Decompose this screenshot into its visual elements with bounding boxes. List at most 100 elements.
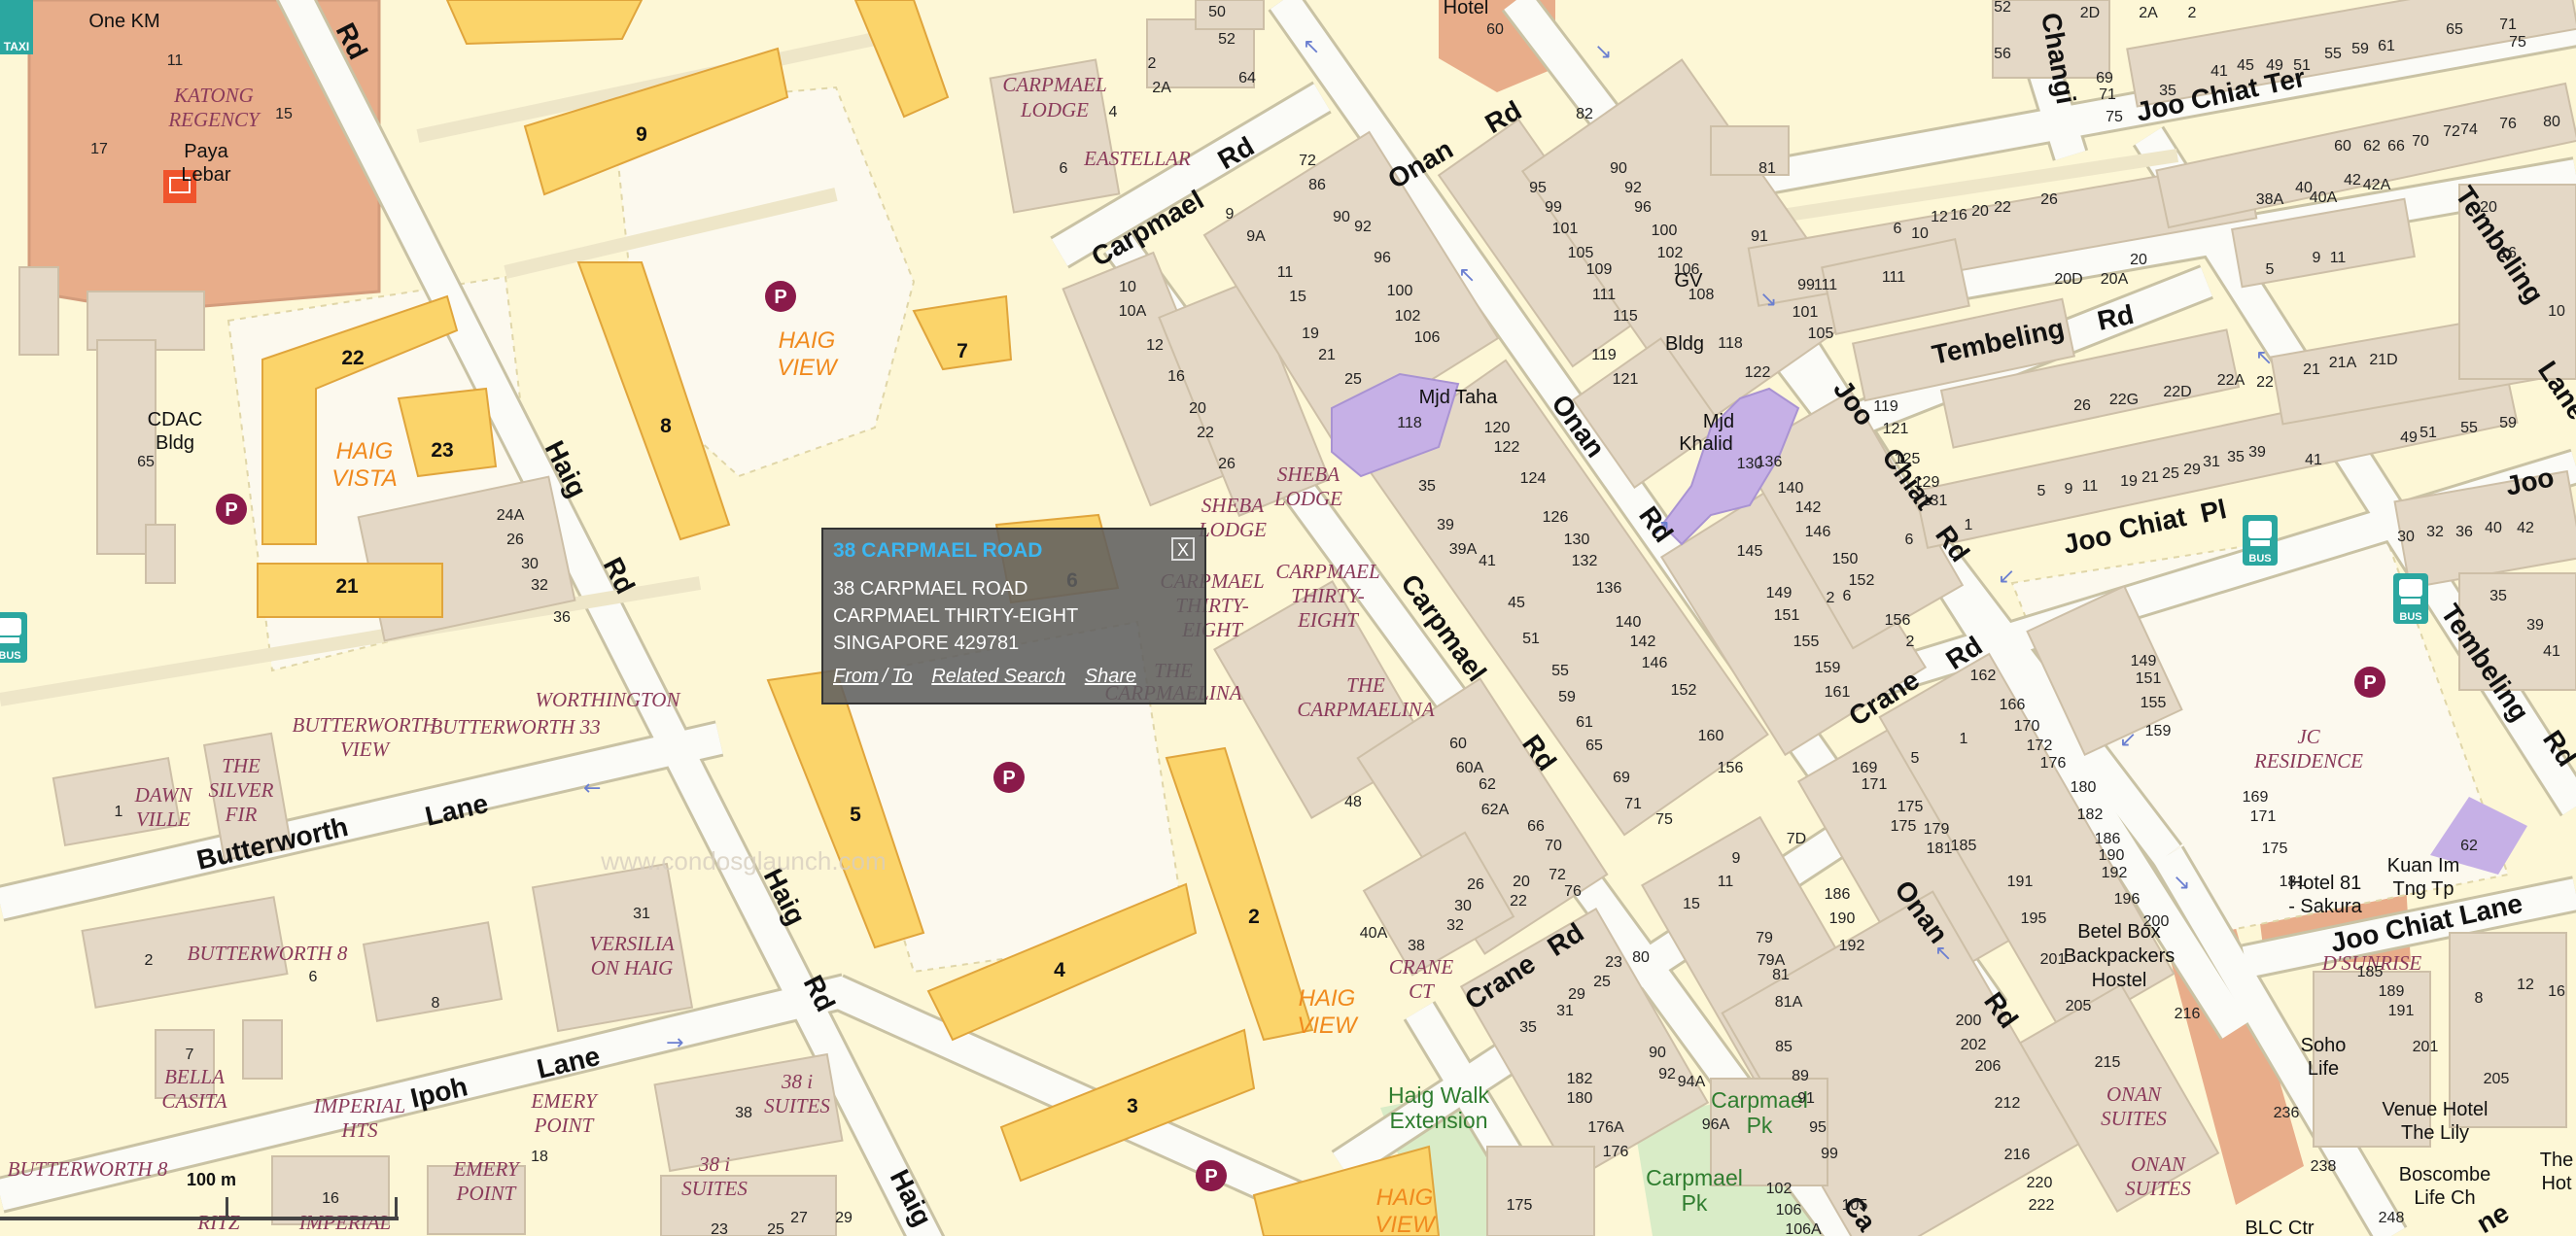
svg-text:102: 102: [1657, 245, 1684, 261]
svg-text:1: 1: [1960, 731, 1968, 747]
svg-text:106: 106: [1776, 1202, 1802, 1219]
svg-text:161: 161: [1825, 684, 1851, 701]
svg-text:52: 52: [1994, 0, 2011, 16]
svg-text:205: 205: [2066, 998, 2092, 1014]
svg-text:Bldg: Bldg: [156, 432, 194, 454]
svg-text:156: 156: [1718, 760, 1744, 776]
svg-text:SHEBA: SHEBA: [1277, 463, 1340, 486]
svg-text:169: 169: [1852, 760, 1878, 776]
svg-text:REGENCY: REGENCY: [167, 108, 261, 131]
svg-text:11: 11: [2082, 478, 2099, 495]
svg-text:215: 215: [2095, 1054, 2121, 1071]
svg-text:VIEW: VIEW: [340, 738, 392, 761]
svg-text:196: 196: [2114, 891, 2141, 908]
svg-text:RESIDENCE: RESIDENCE: [2253, 749, 2363, 772]
popup-title[interactable]: 38 CARPMAEL ROAD: [833, 539, 1042, 563]
svg-text:31: 31: [2203, 454, 2220, 470]
svg-text:SUITES: SUITES: [681, 1177, 748, 1200]
svg-text:66: 66: [1527, 818, 1545, 835]
svg-text:26: 26: [2040, 191, 2058, 208]
close-button[interactable]: X: [1171, 537, 1195, 561]
svg-text:←: ←: [583, 776, 601, 801]
svg-text:29: 29: [2183, 462, 2201, 478]
svg-text:51: 51: [2293, 57, 2311, 74]
svg-text:96: 96: [1374, 250, 1391, 266]
svg-text:↖: ↖: [1303, 35, 1320, 59]
svg-text:60: 60: [1486, 21, 1504, 38]
svg-text:HAIG: HAIG: [1299, 985, 1356, 1012]
popup-address-line: 38 CARPMAEL ROAD: [833, 578, 1028, 600]
svg-text:23: 23: [711, 1221, 728, 1236]
svg-text:160: 160: [1698, 728, 1724, 744]
svg-text:32: 32: [1446, 917, 1464, 934]
svg-text:2: 2: [1148, 55, 1157, 72]
svg-text:8: 8: [2475, 990, 2484, 1007]
svg-text:182: 182: [1567, 1071, 1593, 1087]
svg-text:69: 69: [2096, 70, 2113, 86]
svg-text:71: 71: [2499, 17, 2517, 33]
svg-text:20: 20: [1513, 874, 1530, 890]
svg-text:175: 175: [2262, 841, 2288, 857]
svg-text:49: 49: [2400, 429, 2418, 446]
svg-text:4: 4: [1109, 104, 1118, 120]
svg-text:9: 9: [1732, 850, 1741, 867]
svg-text:136: 136: [1596, 580, 1622, 597]
svg-text:SHEBA: SHEBA: [1201, 494, 1264, 517]
svg-text:129: 129: [1914, 474, 1940, 491]
svg-text:166: 166: [2000, 697, 2026, 713]
svg-text:Tng Tp: Tng Tp: [2393, 878, 2454, 900]
svg-text:248: 248: [2379, 1210, 2405, 1226]
svg-text:41: 41: [2543, 643, 2560, 660]
svg-text:BLC Ctr: BLC Ctr: [2245, 1218, 2314, 1236]
svg-text:171: 171: [2250, 808, 2277, 825]
svg-text:HAIG: HAIG: [779, 327, 836, 354]
svg-text:39A: 39A: [1449, 541, 1478, 558]
svg-text:42A: 42A: [2363, 177, 2391, 193]
svg-text:IMPERIAL: IMPERIAL: [313, 1094, 405, 1117]
svg-text:24A: 24A: [497, 507, 525, 524]
svg-text:CDAC: CDAC: [148, 409, 203, 430]
from-link[interactable]: From: [833, 666, 879, 687]
related-search-link[interactable]: Related Search: [931, 666, 1065, 687]
svg-text:THIRTY-: THIRTY-: [1291, 584, 1364, 607]
svg-text:90: 90: [1610, 160, 1627, 177]
svg-text:105: 105: [1842, 1197, 1868, 1214]
svg-text:7: 7: [957, 340, 968, 362]
svg-text:6: 6: [309, 969, 318, 985]
svg-text:201: 201: [2040, 951, 2067, 968]
svg-text:HAIG: HAIG: [336, 438, 394, 464]
svg-text:BUTTERWORTH: BUTTERWORTH: [293, 713, 439, 737]
svg-text:120: 120: [1484, 420, 1511, 436]
svg-text:42: 42: [2344, 172, 2361, 189]
svg-text:LODGE: LODGE: [1198, 518, 1267, 541]
svg-text:12: 12: [2517, 977, 2534, 993]
svg-text:70: 70: [1545, 838, 1562, 854]
svg-text:31: 31: [633, 906, 650, 922]
svg-text:26: 26: [2073, 397, 2091, 414]
parking-icon: [2354, 667, 2385, 698]
svg-text:179: 179: [1924, 821, 1950, 838]
svg-text:132: 132: [1572, 553, 1598, 569]
svg-text:205: 205: [2484, 1071, 2510, 1087]
svg-text:169: 169: [2243, 789, 2269, 806]
svg-text:19: 19: [2120, 473, 2138, 490]
svg-text:20: 20: [1971, 203, 1989, 220]
svg-text:91: 91: [1751, 228, 1768, 245]
svg-text:236: 236: [2274, 1105, 2300, 1121]
svg-text:55: 55: [2460, 420, 2478, 436]
svg-text:22A: 22A: [2217, 372, 2245, 389]
svg-text:30: 30: [2397, 529, 2415, 545]
svg-text:25: 25: [1593, 974, 1611, 990]
svg-text:22: 22: [1994, 199, 2011, 216]
street-map[interactable]: P BUS: [0, 0, 2576, 1236]
svg-text:15: 15: [1683, 896, 1700, 912]
svg-text:38: 38: [1408, 938, 1425, 954]
svg-text:26: 26: [1218, 456, 1236, 472]
svg-text:Mjd: Mjd: [1703, 411, 1734, 432]
svg-text:19: 19: [1302, 326, 1319, 342]
svg-text:22D: 22D: [2163, 384, 2191, 400]
to-link[interactable]: To: [891, 666, 913, 687]
svg-text:- Sakura: - Sakura: [2288, 896, 2362, 917]
svg-text:VIEW: VIEW: [1375, 1212, 1437, 1236]
share-link[interactable]: Share: [1085, 666, 1136, 687]
